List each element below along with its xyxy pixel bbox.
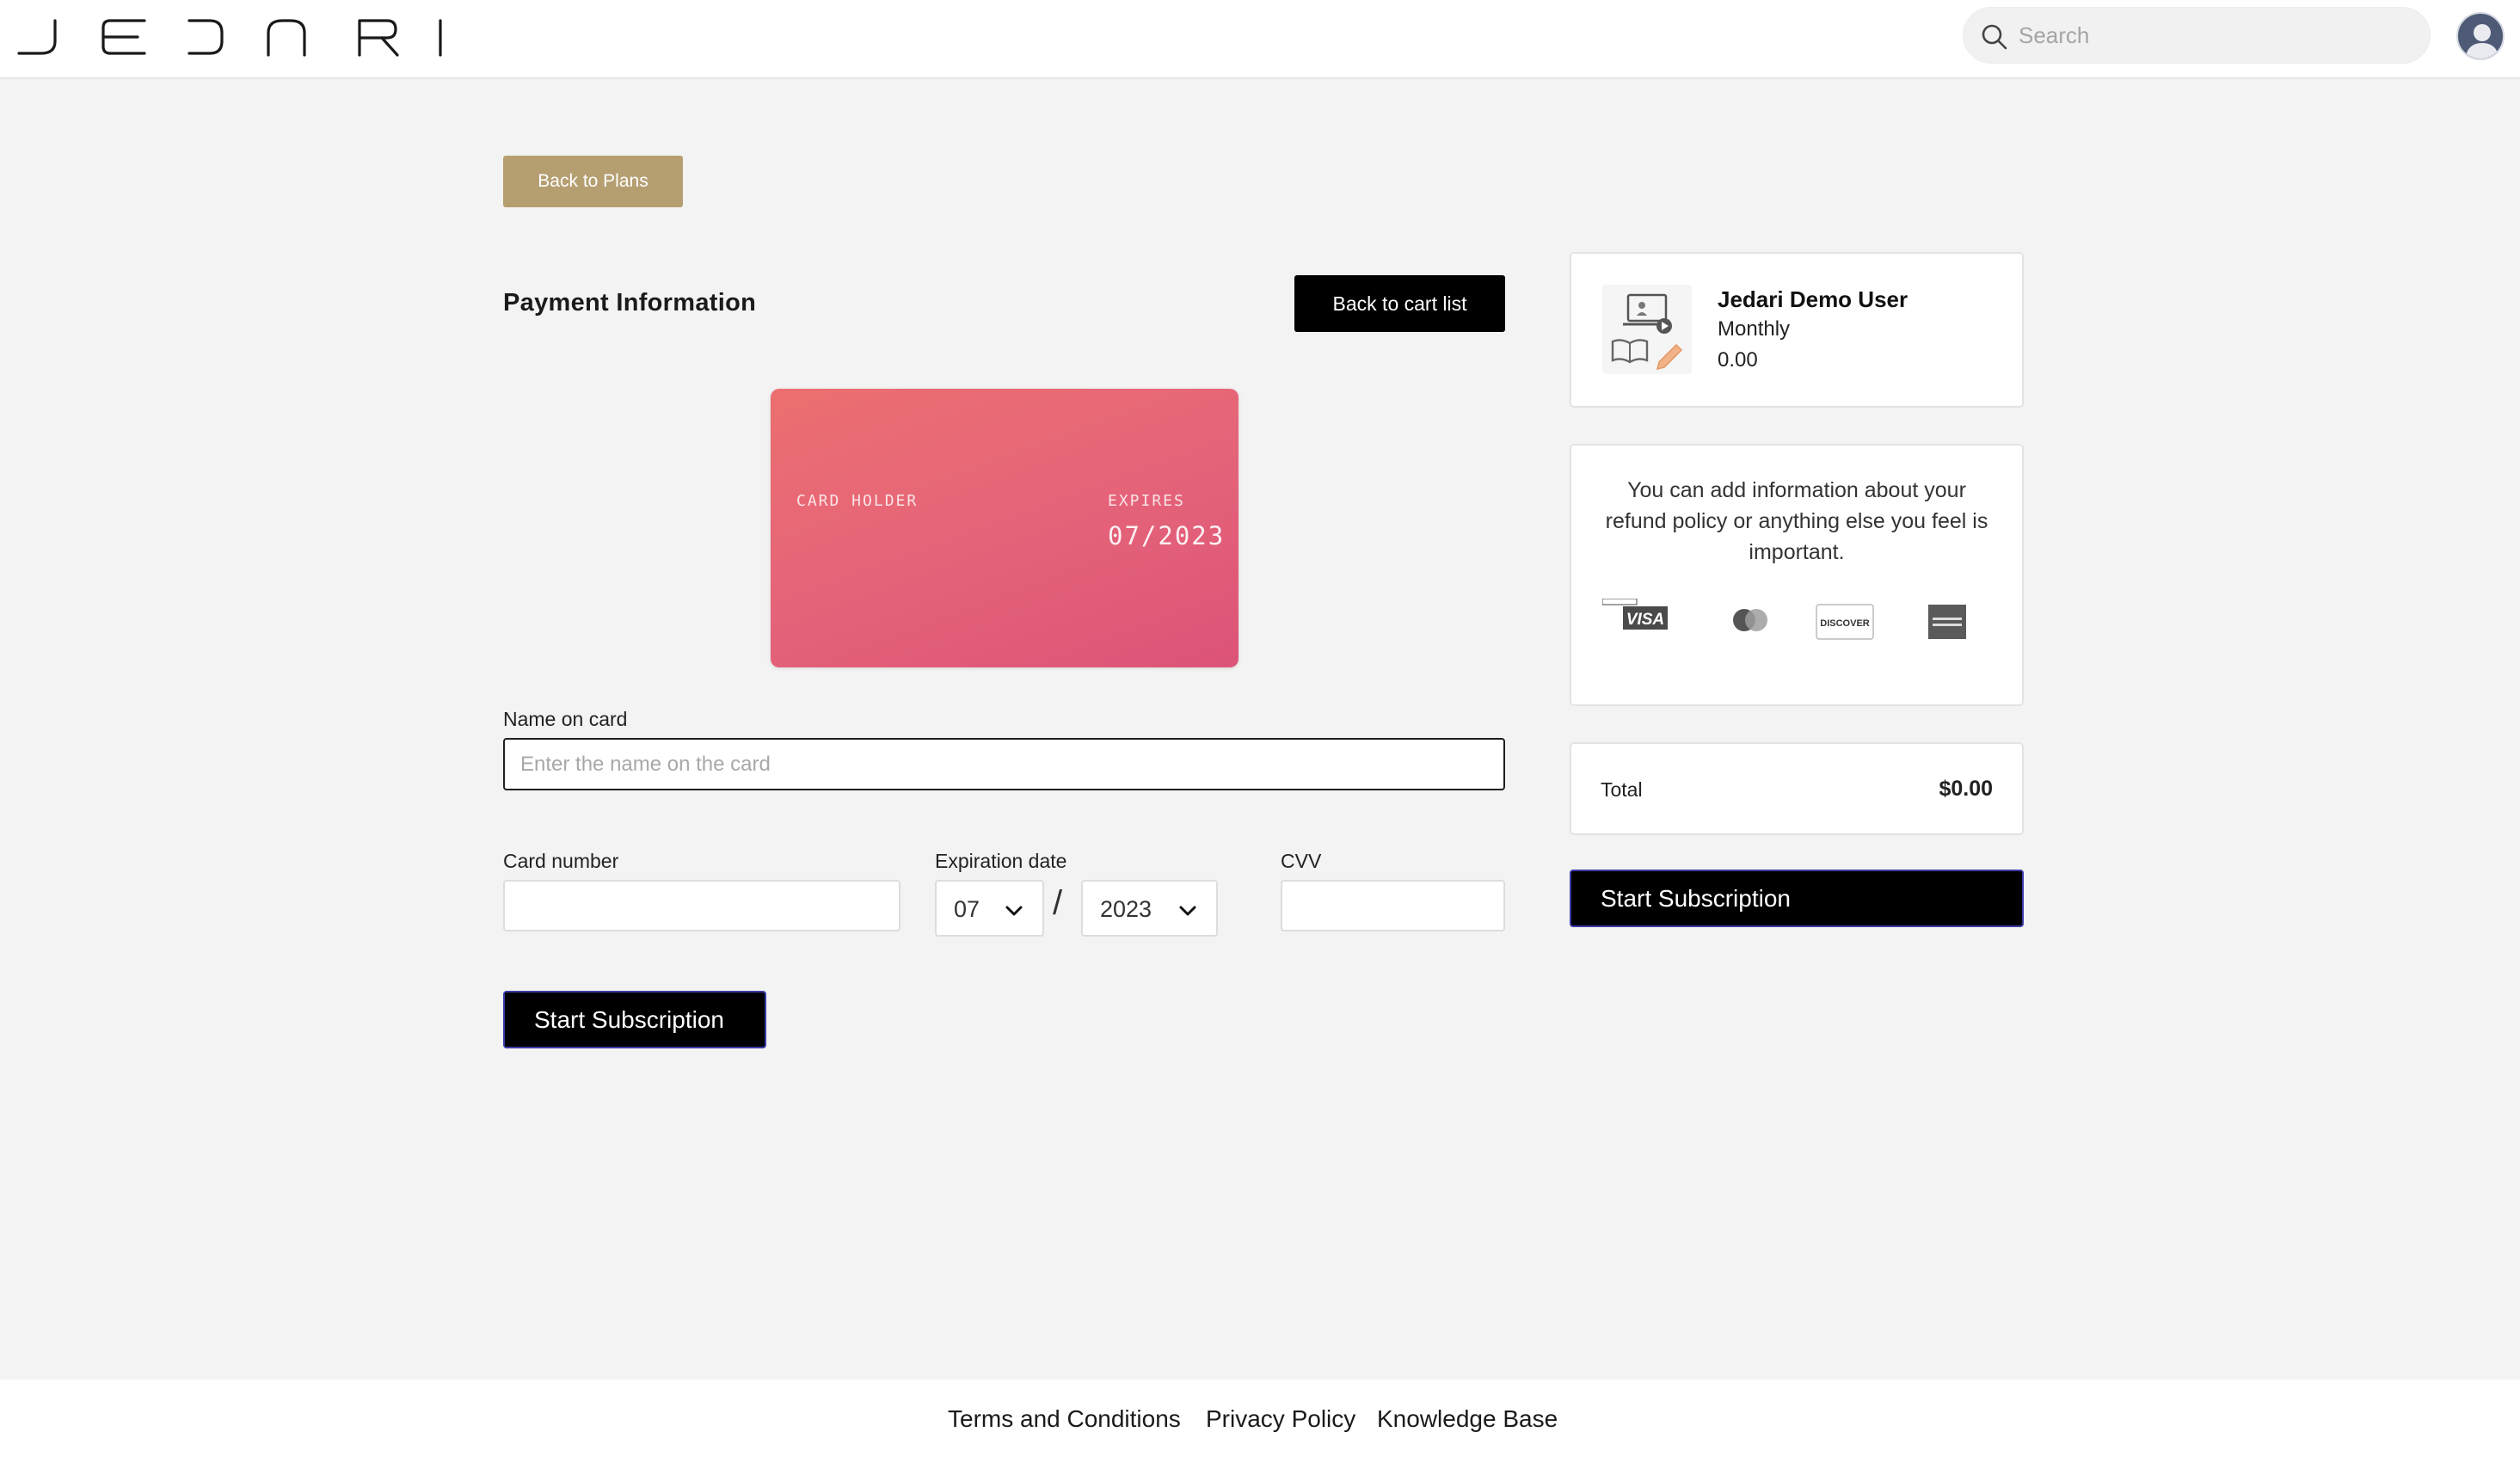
- search-icon[interactable]: [1979, 22, 2010, 52]
- plan-period: Monthly: [1718, 317, 1791, 341]
- top-navigation-bar: [0, 0, 2520, 79]
- jedari-logo[interactable]: [17, 17, 447, 58]
- plan-thumbnail: [1602, 285, 1692, 374]
- credit-card-preview: CARD HOLDER EXPIRES 07/2023: [771, 389, 1238, 667]
- plan-name: Jedari Demo User: [1718, 286, 1908, 312]
- name-on-card-label: Name on card: [503, 708, 628, 730]
- visa-text: VISA: [1626, 611, 1664, 629]
- search-bar: [1963, 7, 2431, 64]
- footer: Terms and Conditions Privacy Policy Know…: [0, 1380, 2520, 1469]
- expiration-date-label: Expiration date: [935, 850, 1067, 872]
- knowledge-base-link[interactable]: Knowledge Base: [1377, 1405, 1558, 1433]
- amex-icon: [1927, 604, 1967, 640]
- order-total-panel: Total $0.00: [1570, 742, 2024, 835]
- card-expires-value: 07/2023: [1108, 521, 1226, 550]
- plan-price: 0.00: [1718, 348, 1758, 372]
- payment-information-title: Payment Information: [503, 289, 757, 317]
- expiration-year-select[interactable]: 2023: [1081, 880, 1218, 937]
- e-learning-illustration-icon: [1611, 293, 1683, 371]
- chevron-down-icon: [1005, 906, 1023, 916]
- back-to-cart-list-button[interactable]: Back to cart list: [1294, 275, 1505, 332]
- name-on-card-input[interactable]: [503, 738, 1505, 790]
- expiration-year-value: 2023: [1100, 896, 1152, 922]
- refund-policy-panel: You can add information about your refun…: [1570, 444, 2024, 706]
- expiration-month-select[interactable]: 07: [935, 880, 1044, 937]
- back-to-plans-button[interactable]: Back to Plans: [503, 156, 683, 207]
- discover-icon: DISCOVER: [1816, 604, 1874, 640]
- cvv-label: CVV: [1281, 850, 1322, 872]
- refund-policy-text: You can add information about your refun…: [1605, 478, 1988, 564]
- privacy-policy-link[interactable]: Privacy Policy: [1206, 1405, 1355, 1433]
- plan-summary-panel: Jedari Demo User Monthly 0.00: [1570, 252, 2024, 408]
- total-value: $0.00: [1939, 777, 1993, 801]
- card-holder-label: CARD HOLDER: [796, 492, 919, 510]
- mastercard-icon: [1728, 607, 1773, 633]
- user-avatar[interactable]: [2456, 12, 2505, 60]
- terms-and-conditions-link[interactable]: Terms and Conditions: [948, 1405, 1181, 1433]
- cvv-input[interactable]: [1281, 880, 1505, 931]
- discover-text: DISCOVER: [1820, 618, 1870, 629]
- chevron-down-icon: [1179, 906, 1196, 916]
- card-number-label: Card number: [503, 850, 619, 872]
- sidebar-start-subscription-button[interactable]: Start Subscription: [1570, 870, 2024, 927]
- expiration-month-value: 07: [954, 896, 980, 922]
- card-expires-label: EXPIRES: [1108, 492, 1185, 510]
- user-silhouette-icon: [2465, 24, 2499, 58]
- search-input[interactable]: [2019, 8, 2414, 63]
- total-label: Total: [1601, 778, 1643, 801]
- start-subscription-button[interactable]: Start Subscription: [503, 991, 766, 1048]
- visa-icon: VISA: [1601, 598, 1668, 630]
- card-number-input[interactable]: [503, 880, 900, 931]
- expiration-separator: /: [1053, 884, 1063, 922]
